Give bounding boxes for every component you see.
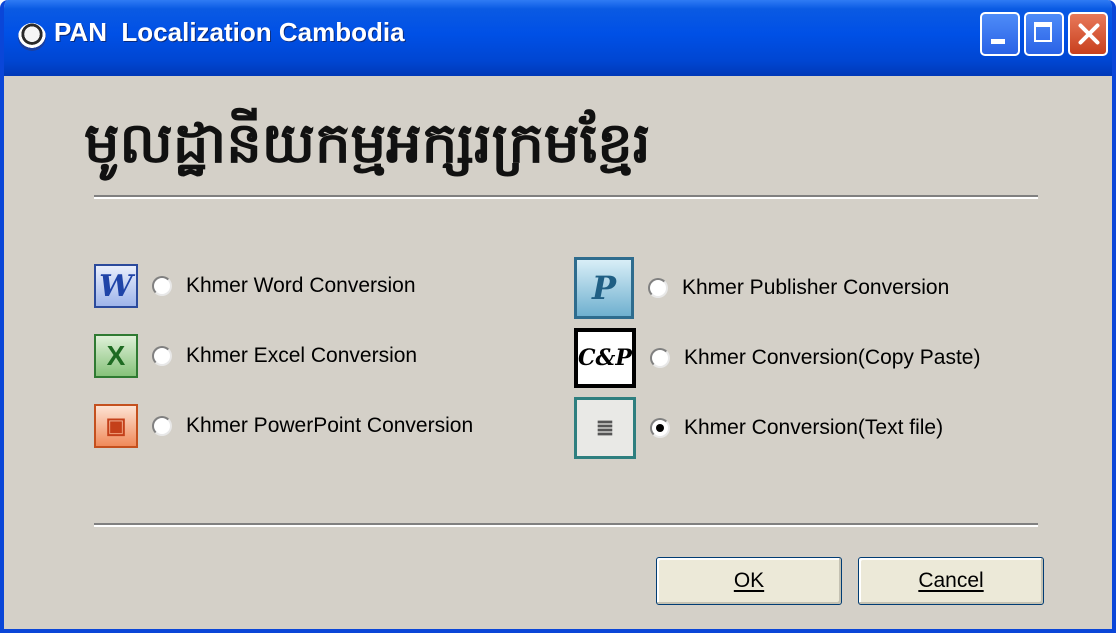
radio-copy-paste[interactable] (650, 348, 670, 368)
option-excel[interactable]: X Khmer Excel Conversion (94, 332, 417, 380)
khmer-heading: មូលដ្ឋានីយកម្មអក្សរក្រមខ្មែរ (84, 110, 651, 176)
window-title: PAN Localization Cambodia (54, 17, 405, 47)
ok-button[interactable]: OK (656, 557, 842, 605)
option-text-file[interactable]: ≣ Khmer Conversion(Text file) (574, 396, 943, 460)
option-label[interactable]: Khmer Excel Conversion (186, 344, 417, 368)
radio-publisher[interactable] (648, 278, 668, 298)
bottom-divider (94, 523, 1038, 527)
radio-word[interactable] (152, 276, 172, 296)
minimize-button[interactable] (980, 12, 1020, 56)
publisher-icon: P (574, 257, 634, 319)
excel-icon: X (94, 334, 138, 378)
option-label[interactable]: Khmer PowerPoint Conversion (186, 414, 473, 438)
option-powerpoint[interactable]: ▣ Khmer PowerPoint Conversion (94, 402, 473, 450)
maximize-button[interactable] (1024, 12, 1064, 56)
option-publisher[interactable]: P Khmer Publisher Conversion (574, 256, 949, 320)
cancel-button-label: Cancel (918, 569, 984, 592)
option-label[interactable]: Khmer Conversion(Copy Paste) (684, 346, 980, 370)
option-label[interactable]: Khmer Conversion(Text file) (684, 416, 943, 440)
top-divider (94, 195, 1038, 199)
dialog-window: PAN Localization Cambodia មូលដ្ឋានីយកម្ម… (0, 0, 1116, 633)
option-label[interactable]: Khmer Word Conversion (186, 274, 416, 298)
close-button[interactable] (1068, 12, 1108, 56)
title-bar[interactable]: PAN Localization Cambodia (4, 0, 1112, 76)
app-icon (18, 23, 46, 51)
radio-text-file[interactable] (650, 418, 670, 438)
option-copy-paste[interactable]: C&P Khmer Conversion(Copy Paste) (574, 326, 980, 390)
cancel-button[interactable]: Cancel (858, 557, 1044, 605)
word-icon: W (94, 264, 138, 308)
radio-excel[interactable] (152, 346, 172, 366)
powerpoint-icon: ▣ (94, 404, 138, 448)
option-label[interactable]: Khmer Publisher Conversion (682, 276, 949, 300)
ok-button-label: OK (733, 569, 765, 592)
radio-powerpoint[interactable] (152, 416, 172, 436)
option-word[interactable]: W Khmer Word Conversion (94, 262, 416, 310)
copy-paste-icon: C&P (574, 328, 636, 388)
text-file-icon: ≣ (574, 397, 636, 459)
